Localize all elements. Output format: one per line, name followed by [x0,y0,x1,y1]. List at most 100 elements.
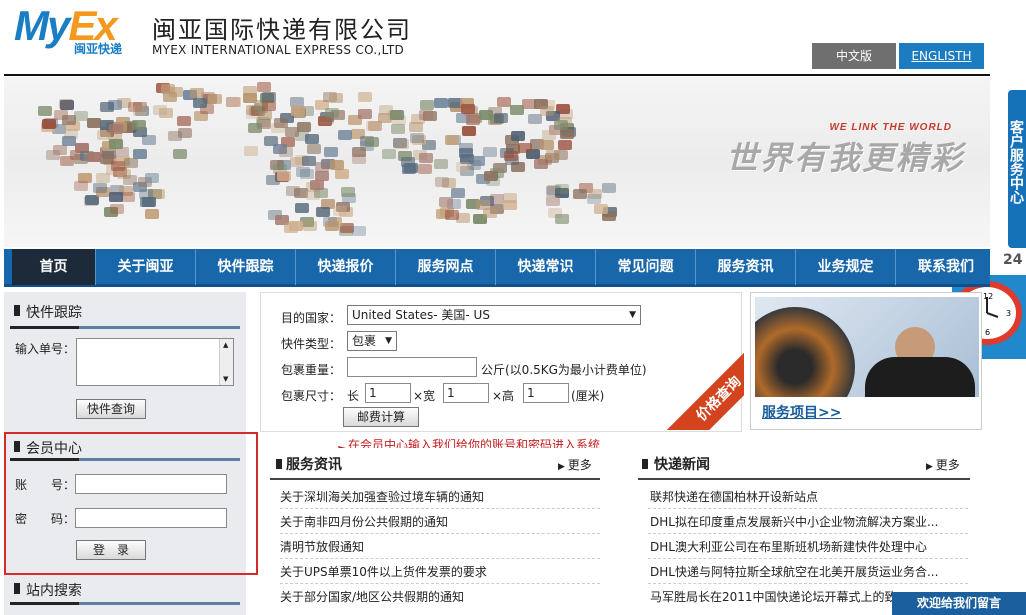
parcel-type-select[interactable]: 包裹 ▼ [347,331,397,351]
nav-item-contact[interactable]: 联系我们 [896,249,996,285]
mosaic-tile [74,181,88,192]
bullet-icon [276,459,282,469]
mosaic-tile [37,106,52,117]
mosaic-tile [61,115,76,126]
tracking-query-button[interactable]: 快件查询 [76,399,146,419]
globe-image [755,307,855,397]
price-query-label: 价格查询 [664,350,744,430]
mosaic-tile [190,87,205,98]
news-item[interactable]: 关于南非四月份公共假期的通知 [280,513,590,530]
nav-item-outlets[interactable]: 服务网点 [396,249,496,285]
mosaic-tile [295,203,310,214]
mosaic-tile [408,121,423,132]
nav-item-faq[interactable]: 常见问题 [596,249,696,285]
mosaic-tile [242,92,257,103]
tracking-number-textarea[interactable]: ▲ ▼ [76,338,234,386]
mosaic-tile [545,149,560,160]
mosaic-tile [285,126,300,137]
service-news-title: 服务资讯 [286,457,342,473]
price-query-tag[interactable]: 价格查询 [664,350,744,430]
news-item[interactable]: 清明节放假通知 [280,538,590,555]
news-item[interactable]: 关于部分国家/地区公共假期的通知 [280,588,590,605]
mosaic-tile [158,107,173,118]
nav-item-knowledge[interactable]: 快递常识 [496,249,596,285]
mosaic-tile [111,161,126,172]
mosaic-tile [173,148,188,159]
mosaic-tile [301,156,316,167]
scroll-down-icon[interactable]: ▼ [223,375,228,383]
news-separator [280,508,600,509]
more-arrow-icon: ▶ [558,462,568,472]
nav-item-quote[interactable]: 快递报价 [296,249,396,285]
mosaic-tile [419,100,434,111]
express-news-more[interactable]: ▶ 更多 [926,456,960,473]
mosaic-tile [304,133,319,144]
mosaic-tile [96,173,111,184]
leave-message-bar[interactable]: 欢迎给我们留言 [892,592,1026,615]
mosaic-tile [109,123,124,134]
mosaic-tile [511,131,526,142]
dropdown-arrow-icon: ▼ [629,310,636,320]
height-input[interactable]: 1 [523,383,569,403]
news-item[interactable]: DHL拟在印度重点发展新兴中小企业物流解决方案业... [650,513,960,530]
mosaic-tile [455,161,470,172]
news-separator [280,533,600,534]
mosaic-tile [434,176,449,187]
mosaic-tile [169,86,184,97]
nav-item-about[interactable]: 关于闽亚 [96,249,196,285]
mosaic-tile [168,131,183,142]
mosaic-tile [177,116,192,127]
mosaic-tile [109,203,124,214]
news-item[interactable]: 关于深圳海关加强查验过境车辆的通知 [280,488,590,505]
nav-item-service-news[interactable]: 服务资讯 [696,249,796,285]
mosaic-tile [438,197,453,208]
mosaic-tile [418,164,433,175]
mosaic-tile [433,98,448,109]
news-item[interactable]: DHL澳大利亚公司在布里斯班机场新建快件处理中心 [650,538,960,555]
more-arrow-icon: ▶ [926,462,936,472]
scroll-up-icon[interactable]: ▲ [223,341,228,349]
service-news-more[interactable]: ▶ 更多 [558,456,592,473]
mosaic-tile [333,205,348,216]
person-body [865,357,975,397]
lang-english-link[interactable]: ENGLISTH [899,43,984,69]
service-items-link[interactable]: 服务项目>> [762,402,841,422]
calc-postage-button[interactable]: 邮费计算 [343,407,419,427]
customer-service-float[interactable]: 客户服务中心 [1008,90,1026,248]
destination-select[interactable]: United States- 美国- US ▼ [347,305,641,325]
mosaic-tile [261,101,276,112]
svg-text:12: 12 [983,292,993,301]
news-item[interactable]: DHL快递与阿特拉斯全球航空在北美开展货运业务合... [650,563,960,580]
mosaic-tile [145,172,160,183]
member-highlight-box [4,432,258,575]
mosaic-tile [122,175,137,186]
mosaic-tile [418,109,433,120]
length-input[interactable]: 1 [365,383,411,403]
header-divider [4,74,990,76]
nav-item-rules[interactable]: 业务规定 [796,249,896,285]
lang-chinese-button[interactable]: 中文版 [812,43,896,69]
mosaic-tile [497,97,512,108]
width-label: ×宽 [413,389,436,403]
mosaic-tile [573,188,588,199]
mosaic-tile [502,192,517,203]
news-separator [280,558,600,559]
dropdown-arrow-icon: ▼ [385,336,392,346]
mosaic-tile [517,143,532,154]
nav-item-home[interactable]: 首页 [12,249,96,285]
mosaic-tile [466,115,481,126]
width-input[interactable]: 1 [443,383,489,403]
mosaic-tile [193,97,208,108]
more-label: 更多 [567,458,592,472]
mosaic-tile [545,185,560,196]
nav-item-tracking[interactable]: 快件跟踪 [196,249,296,285]
mosaic-tile [256,82,271,93]
news-item[interactable]: 关于UPS单票10件以上货件发票的要求 [280,563,590,580]
mosaic-tile [418,153,433,164]
mosaic-tile [444,210,459,221]
weight-input[interactable] [347,357,477,377]
news-item[interactable]: 马军胜局长在2011中国快递论坛开幕式上的致 [650,588,910,605]
textarea-scrollbar[interactable]: ▲ ▼ [219,339,233,385]
news-item[interactable]: 联邦快递在德国柏林开设新站点 [650,488,960,505]
bullet-icon [642,459,648,469]
